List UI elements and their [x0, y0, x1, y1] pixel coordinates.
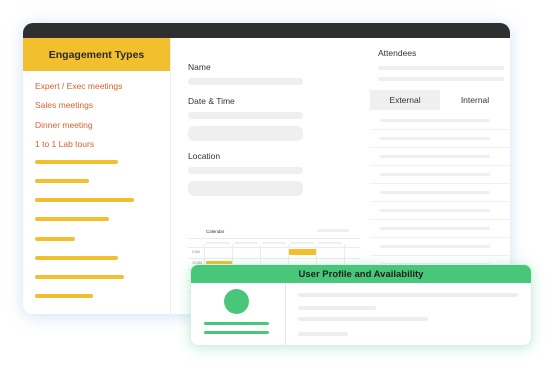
calendar-divider: [188, 238, 360, 239]
tab-internal[interactable]: Internal: [440, 90, 510, 110]
sidebar-item-dinner[interactable]: Dinner meeting: [35, 120, 93, 130]
time-field[interactable]: [188, 126, 303, 141]
attendee-placeholder: [380, 245, 490, 248]
attendees-search[interactable]: [378, 66, 504, 70]
profile-divider: [285, 283, 286, 345]
sidebar-placeholder-item[interactable]: [35, 217, 109, 221]
calendar-event[interactable]: [289, 249, 316, 255]
sidebar-item-sales[interactable]: Sales meetings: [35, 100, 93, 110]
calendar-nav[interactable]: [317, 229, 349, 232]
availability-line: [298, 317, 428, 321]
attendee-placeholder: [380, 137, 490, 140]
sidebar-item-expert-exec[interactable]: Expert / Exec meetings: [35, 81, 122, 91]
attendee-row[interactable]: [370, 221, 510, 238]
calendar-time-label: 9 AM: [192, 250, 200, 254]
attendee-placeholder: [380, 119, 490, 122]
sidebar-placeholder-item[interactable]: [35, 179, 89, 183]
calendar-title: Calendar: [206, 229, 225, 234]
attendee-row[interactable]: [370, 167, 510, 184]
sidebar-placeholder-item[interactable]: [35, 294, 93, 298]
location-field[interactable]: [188, 167, 303, 174]
attendee-row[interactable]: [370, 131, 510, 148]
attendee-row[interactable]: [370, 113, 510, 130]
attendee-row[interactable]: [370, 239, 510, 256]
calendar-day-header: [206, 242, 230, 244]
availability-line: [298, 293, 518, 297]
availability-line: [298, 306, 376, 310]
availability-line: [298, 332, 348, 336]
location-details-field[interactable]: [188, 181, 303, 196]
attendee-row[interactable]: [370, 149, 510, 166]
date-field[interactable]: [188, 112, 303, 119]
attendee-row[interactable]: [370, 203, 510, 220]
sidebar-placeholder-item[interactable]: [35, 237, 75, 241]
calendar-day-header: [290, 242, 314, 244]
profile-title: User Profile and Availability: [191, 265, 531, 283]
calendar-row-line: [188, 247, 360, 248]
user-profile-card: User Profile and Availability: [190, 264, 532, 346]
calendar-day-header: [318, 242, 342, 244]
name-label: Name: [188, 62, 211, 72]
attendee-placeholder: [380, 155, 490, 158]
attendee-placeholder: [380, 209, 490, 212]
calendar-row-line: [188, 258, 360, 259]
attendees-title: Attendees: [378, 48, 417, 58]
name-field[interactable]: [188, 78, 303, 85]
calendar-day-header: [262, 242, 286, 244]
attendee-placeholder: [380, 191, 490, 194]
location-label: Location: [188, 151, 221, 161]
engagement-sidebar: Engagement Types Expert / Exec meetings …: [23, 38, 171, 314]
attendee-placeholder: [380, 227, 490, 230]
window-titlebar: [23, 23, 510, 38]
sidebar-placeholder-item[interactable]: [35, 275, 124, 279]
calendar-day-header: [234, 242, 258, 244]
tab-external[interactable]: External: [370, 90, 440, 110]
attendee-placeholder: [380, 173, 490, 176]
attendees-filter[interactable]: [378, 77, 504, 81]
profile-name-line: [204, 322, 269, 325]
sidebar-item-lab-tours[interactable]: 1 to 1 Lab tours: [35, 139, 94, 149]
attendees-tabs: External Internal: [370, 90, 510, 110]
sidebar-placeholder-item[interactable]: [35, 198, 134, 202]
attendee-row[interactable]: [370, 185, 510, 202]
sidebar-placeholder-item[interactable]: [35, 160, 118, 164]
sidebar-title: Engagement Types: [23, 38, 170, 71]
sidebar-placeholder-item[interactable]: [35, 256, 118, 260]
avatar[interactable]: [224, 289, 249, 314]
profile-role-line: [204, 331, 269, 334]
datetime-label: Date & Time: [188, 96, 235, 106]
